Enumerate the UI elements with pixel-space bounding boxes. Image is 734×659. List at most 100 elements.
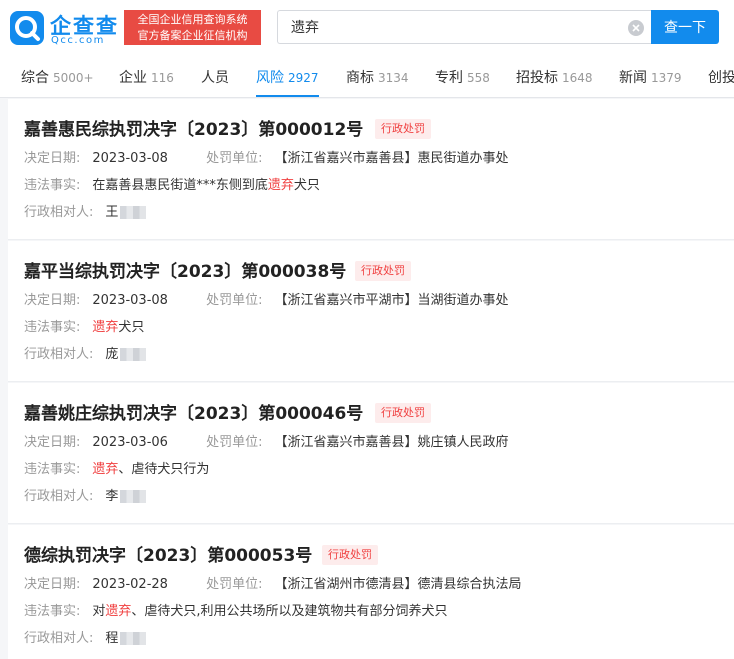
tab-comprehensive[interactable]: 综合 5000+ xyxy=(21,56,94,97)
tab-people[interactable]: 人员 xyxy=(201,56,229,97)
party-row: 行政相对人: 李 xyxy=(24,488,147,506)
result-title[interactable]: 嘉平当综执罚决字〔2023〕第000038号 xyxy=(24,257,346,282)
violation-label: 违法事实: xyxy=(24,178,81,193)
tab-label: 创投 xyxy=(708,70,734,86)
penalty-unit-value: 【浙江省嘉兴市嘉善县】惠民街道办事处 xyxy=(274,151,509,166)
violation-value: 在嘉善县惠民街道***东侧到底遗弃犬只 xyxy=(92,178,320,193)
decision-date-row: 决定日期: 2023-03-08 处罚单位: 【浙江省嘉兴市嘉善县】惠民街道办事处 xyxy=(24,150,509,168)
tab-label: 招投标 xyxy=(516,70,558,86)
tab-trademark[interactable]: 商标 3134 xyxy=(346,56,409,97)
penalty-unit-label: 处罚单位: xyxy=(206,577,263,592)
result-card: 德综执罚决字〔2023〕第000053号 行政处罚 决定日期: 2023-02-2… xyxy=(8,525,734,659)
cert-line-2: 官方备案企业征信机构 xyxy=(137,29,248,42)
keyword-highlight: 遗弃 xyxy=(267,178,294,193)
violation-row: 违法事实: 对遗弃、虐待犬只,利用公共场所以及建筑物共有部分饲养犬只 xyxy=(24,603,448,621)
tab-label: 新闻 xyxy=(619,70,647,86)
close-icon xyxy=(632,24,640,32)
tab-count: 3134 xyxy=(378,71,409,85)
violation-row: 违法事实: 遗弃犬只 xyxy=(24,319,144,337)
active-tab-underline xyxy=(256,95,319,97)
violation-text-after: 、虐待犬只,利用公共场所以及建筑物共有部分饲养犬只 xyxy=(131,604,448,619)
result-card: 嘉善惠民综执罚决字〔2023〕第000012号 行政处罚 决定日期: 2023-0… xyxy=(8,99,734,240)
violation-row: 违法事实: 在嘉善县惠民街道***东侧到底遗弃犬只 xyxy=(24,177,320,195)
violation-text-before: 在嘉善县惠民街道***东侧到底 xyxy=(92,178,268,193)
tab-label: 综合 xyxy=(21,70,49,86)
violation-text-before: 对 xyxy=(92,604,106,619)
redacted-name xyxy=(120,490,147,503)
tab-count: 2927 xyxy=(288,71,319,85)
tab-patent[interactable]: 专利 558 xyxy=(435,56,490,97)
search-box xyxy=(277,10,652,44)
decision-date-value: 2023-03-08 xyxy=(92,293,168,308)
party-row: 行政相对人: 庞 xyxy=(24,346,147,364)
decision-date-label: 决定日期: xyxy=(24,577,81,592)
party-label: 行政相对人: xyxy=(24,631,94,646)
keyword-highlight: 遗弃 xyxy=(92,462,119,477)
result-title[interactable]: 嘉善惠民综执罚决字〔2023〕第000012号 xyxy=(24,115,363,140)
logo-icon xyxy=(10,11,44,45)
status-badge: 行政处罚 xyxy=(375,403,431,423)
search-input[interactable] xyxy=(278,11,631,43)
tab-news[interactable]: 新闻 1379 xyxy=(619,56,682,97)
certification-badge: 全国企业信用查询系统 官方备案企业征信机构 xyxy=(124,10,261,45)
clear-icon[interactable] xyxy=(628,20,644,36)
decision-date-label: 决定日期: xyxy=(24,293,81,308)
violation-text-after: 犬只 xyxy=(118,320,145,335)
penalty-unit-label: 处罚单位: xyxy=(206,293,263,308)
party-value: 王 xyxy=(105,205,119,220)
result-title[interactable]: 嘉善姚庄综执罚决字〔2023〕第000046号 xyxy=(24,399,363,424)
tab-label: 风险 xyxy=(256,70,284,86)
tab-label: 商标 xyxy=(346,70,374,86)
violation-value: 遗弃犬只 xyxy=(92,320,144,335)
tab-bidding[interactable]: 招投标 1648 xyxy=(516,56,593,97)
penalty-unit-value: 【浙江省嘉兴市嘉善县】姚庄镇人民政府 xyxy=(274,435,509,450)
result-card: 嘉善姚庄综执罚决字〔2023〕第000046号 行政处罚 决定日期: 2023-0… xyxy=(8,383,734,524)
decision-date-value: 2023-02-28 xyxy=(92,577,168,592)
status-badge: 行政处罚 xyxy=(355,261,411,281)
violation-value: 对遗弃、虐待犬只,利用公共场所以及建筑物共有部分饲养犬只 xyxy=(92,604,447,619)
result-title[interactable]: 德综执罚决字〔2023〕第000053号 xyxy=(24,541,312,566)
logo-domain: Qcc.com xyxy=(51,35,105,46)
redacted-name xyxy=(120,206,147,219)
penalty-unit-value: 【浙江省嘉兴市平湖市】当湖街道办事处 xyxy=(274,293,509,308)
violation-text-after: 、虐待犬只行为 xyxy=(118,462,210,477)
violation-row: 违法事实: 遗弃、虐待犬只行为 xyxy=(24,461,209,479)
result-card: 嘉平当综执罚决字〔2023〕第000038号 行政处罚 决定日期: 2023-03… xyxy=(8,241,734,382)
tab-venture[interactable]: 创投 xyxy=(708,56,734,97)
search-button[interactable]: 查一下 xyxy=(651,10,719,44)
tab-risk[interactable]: 风险 2927 xyxy=(256,56,319,97)
penalty-unit-label: 处罚单位: xyxy=(206,151,263,166)
party-row: 行政相对人: 王 xyxy=(24,204,147,222)
keyword-highlight: 遗弃 xyxy=(92,320,119,335)
tab-count: 5000+ xyxy=(53,71,94,85)
party-value: 庞 xyxy=(105,347,119,362)
penalty-unit-value: 【浙江省湖州市德清县】德清县综合执法局 xyxy=(274,577,522,592)
tab-count: 116 xyxy=(151,71,174,85)
party-label: 行政相对人: xyxy=(24,347,94,362)
party-label: 行政相对人: xyxy=(24,489,94,504)
violation-value: 遗弃、虐待犬只行为 xyxy=(92,462,209,477)
tab-count: 1379 xyxy=(651,71,682,85)
party-label: 行政相对人: xyxy=(24,205,94,220)
decision-date-label: 决定日期: xyxy=(24,435,81,450)
keyword-highlight: 遗弃 xyxy=(105,604,132,619)
violation-label: 违法事实: xyxy=(24,462,81,477)
tab-label: 专利 xyxy=(435,70,463,86)
status-badge: 行政处罚 xyxy=(375,119,431,139)
violation-text-after: 犬只 xyxy=(293,178,320,193)
decision-date-label: 决定日期: xyxy=(24,151,81,166)
decision-date-value: 2023-03-08 xyxy=(92,151,168,166)
qcc-logo[interactable]: 企查查 Qcc.com xyxy=(10,11,124,46)
tab-company[interactable]: 企业 116 xyxy=(119,56,174,97)
redacted-name xyxy=(120,348,147,361)
party-value: 程 xyxy=(105,631,119,646)
top-header: 企查查 Qcc.com 全国企业信用查询系统 官方备案企业征信机构 查一下 xyxy=(0,0,734,56)
tab-label: 企业 xyxy=(119,70,147,86)
party-row: 行政相对人: 程 xyxy=(24,630,147,648)
violation-label: 违法事实: xyxy=(24,320,81,335)
decision-date-row: 决定日期: 2023-03-06 处罚单位: 【浙江省嘉兴市嘉善县】姚庄镇人民政府 xyxy=(24,434,509,452)
decision-date-row: 决定日期: 2023-03-08 处罚单位: 【浙江省嘉兴市平湖市】当湖街道办事处 xyxy=(24,292,509,310)
tab-label: 人员 xyxy=(201,70,229,86)
cert-line-1: 全国企业信用查询系统 xyxy=(137,13,248,26)
tab-count: 558 xyxy=(467,71,490,85)
